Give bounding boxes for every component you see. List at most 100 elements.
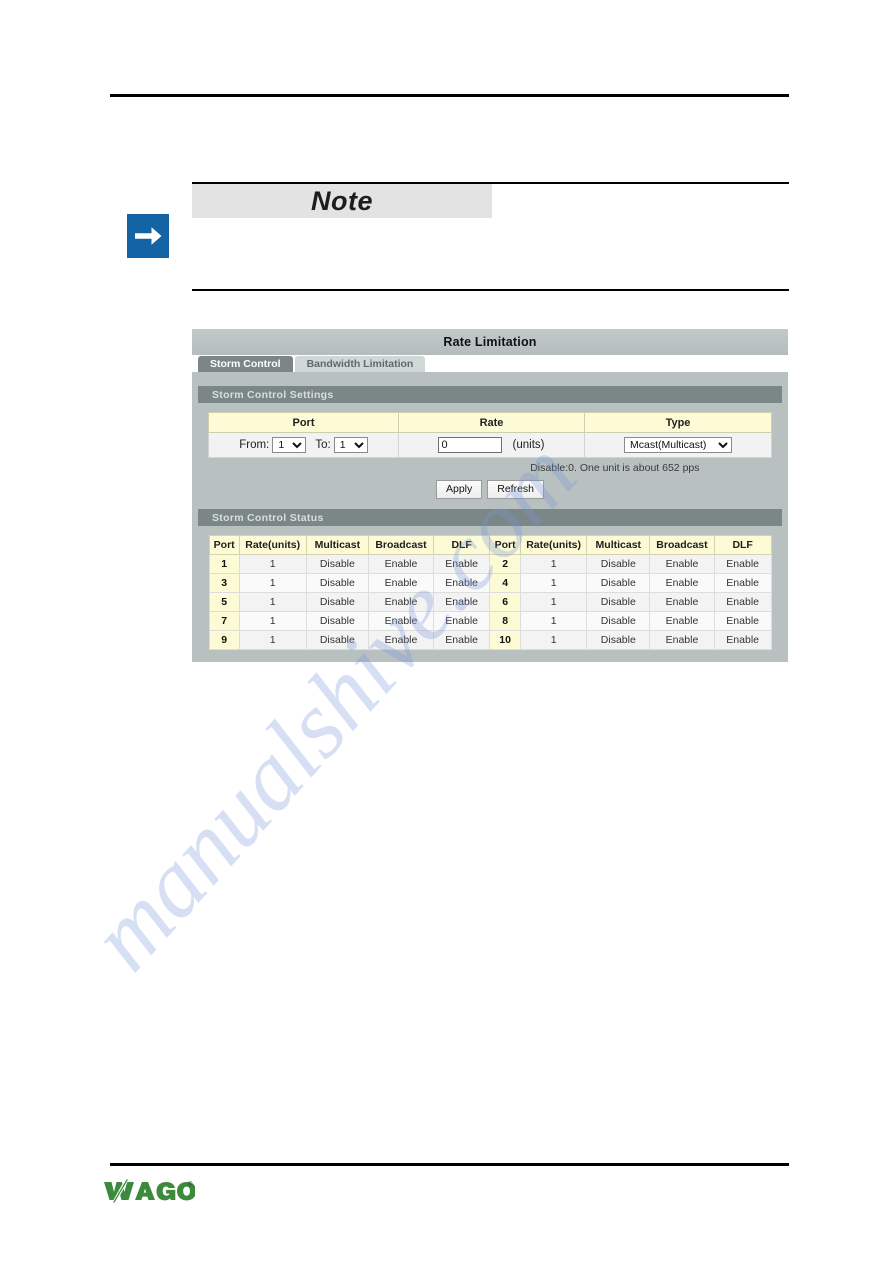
status-cell-port: 8 — [489, 611, 521, 631]
status-cell: 1 — [238, 611, 307, 631]
status-cell-port: 5 — [208, 592, 240, 612]
rate-input[interactable] — [438, 437, 503, 453]
storm-control-settings-panel: Port Rate Type From: 1 To: 1 0 (units) M… — [192, 403, 788, 509]
tab-bar: Storm Control Bandwidth Limitation — [192, 355, 788, 372]
status-cell-port: 1 — [208, 554, 240, 574]
note-body — [192, 218, 789, 289]
section-header-settings: Storm Control Settings — [198, 386, 782, 403]
status-cell-port: 7 — [208, 611, 240, 631]
rate-units-label: (units) — [512, 438, 545, 451]
status-cell: Enable — [368, 592, 434, 612]
document-page: Note Rate Limitation Storm Control Bandw… — [0, 0, 893, 1263]
status-cell: Enable — [432, 573, 491, 593]
settings-col-port: Port — [208, 412, 399, 433]
status-table: Port Rate(units) Multicast Broadcast DLF Port… — [208, 535, 772, 650]
storm-control-status-panel: Port Rate(units) Multicast Broadcast DLF Port… — [192, 526, 788, 662]
status-cell: Enable — [649, 592, 715, 612]
header-divider — [110, 94, 789, 97]
type-select[interactable]: Mcast(Multicast) — [624, 437, 732, 453]
status-col-7: Multicast — [586, 535, 651, 555]
status-col-9: DLF — [713, 535, 772, 555]
status-cell: Enable — [713, 611, 772, 631]
status-cell: Enable — [368, 573, 434, 593]
rate-hint-text: Disable:0. One unit is about 652 pps — [530, 462, 700, 474]
status-col-4: DLF — [432, 535, 491, 555]
tab-underfill — [192, 372, 788, 386]
status-cell-port: 9 — [208, 630, 240, 650]
status-cell: Disable — [586, 554, 651, 574]
note-block: Note — [192, 182, 789, 291]
tab-storm-control[interactable]: Storm Control — [198, 356, 293, 372]
status-cell: Enable — [713, 592, 772, 612]
port-range-cell: From: 1 To: 1 — [208, 432, 399, 458]
status-cell: Enable — [368, 611, 434, 631]
table-row: 9 1 Disable Enable Enable 10 1 Disable Enable Ena… — [208, 630, 772, 650]
status-cell-port: 3 — [208, 573, 240, 593]
status-col-2: Multicast — [305, 535, 370, 555]
status-col-0: Port — [208, 535, 240, 555]
rate-limitation-web-ui: Rate Limitation Storm Control Bandwidth … — [192, 329, 788, 662]
status-cell: 1 — [519, 554, 588, 574]
status-cell: 1 — [238, 554, 307, 574]
table-row: 1 1 Disable Enable Enable 2 1 Disable Enable Enab… — [208, 554, 772, 574]
status-cell: 1 — [238, 592, 307, 612]
status-cell: Disable — [305, 592, 370, 612]
status-cell: Enable — [649, 611, 715, 631]
status-cell: 1 — [238, 573, 307, 593]
table-row: 7 1 Disable Enable Enable 8 1 Disable Enable Enab… — [208, 611, 772, 631]
wago-logo: ® — [103, 1178, 195, 1204]
status-cell: Enable — [432, 554, 491, 574]
settings-col-rate: Rate — [398, 412, 585, 433]
status-cell: Disable — [305, 554, 370, 574]
note-title: Note — [311, 185, 373, 216]
status-cell: 1 — [519, 592, 588, 612]
port-to-select[interactable]: 1 — [333, 437, 368, 453]
status-cell: Enable — [432, 611, 491, 631]
status-cell: Enable — [713, 630, 772, 650]
port-to-label: To: — [315, 438, 331, 451]
settings-button-row: Apply Refresh — [209, 480, 772, 499]
status-cell: Disable — [305, 630, 370, 650]
status-col-1: Rate(units) — [238, 535, 307, 555]
status-cell: Disable — [586, 611, 651, 631]
status-col-8: Broadcast — [649, 535, 715, 555]
status-cell: 1 — [519, 573, 588, 593]
settings-table: Port Rate Type From: 1 To: 1 0 (units) M… — [208, 412, 772, 458]
tab-bandwidth-limitation[interactable]: Bandwidth Limitation — [294, 356, 426, 372]
refresh-button[interactable]: Refresh — [487, 480, 545, 499]
status-cell: Enable — [368, 554, 434, 574]
note-bottom-divider — [192, 289, 789, 291]
status-cell-port: 6 — [489, 592, 521, 612]
section-header-status: Storm Control Status — [198, 509, 782, 526]
status-cell: Disable — [305, 611, 370, 631]
status-col-5: Port — [489, 535, 521, 555]
tab-bandwidth-limitation-label: Bandwidth Limitation — [306, 358, 414, 370]
settings-value-row: From: 1 To: 1 (units) — [208, 432, 772, 458]
note-title-box: Note — [192, 184, 492, 218]
status-cell: Enable — [649, 573, 715, 593]
wago-trademark-symbol: ® — [188, 1181, 193, 1188]
status-col-3: Broadcast — [368, 535, 434, 555]
status-cell-port: 10 — [489, 630, 521, 650]
type-cell: Mcast(Multicast) — [584, 432, 772, 458]
status-cell: Enable — [649, 554, 715, 574]
status-header-row: Port Rate(units) Multicast Broadcast DLF Port… — [208, 535, 772, 555]
tab-storm-control-label: Storm Control — [210, 358, 281, 370]
table-row: 5 1 Disable Enable Enable 6 1 Disable Enable Enab… — [208, 592, 772, 612]
apply-button[interactable]: Apply — [435, 480, 483, 499]
port-from-select[interactable]: 1 — [272, 437, 307, 453]
status-cell: 1 — [519, 611, 588, 631]
status-cell: Enable — [649, 630, 715, 650]
status-col-6: Rate(units) — [519, 535, 588, 555]
settings-col-type: Type — [584, 412, 772, 433]
status-cell: Disable — [586, 630, 651, 650]
status-cell: Disable — [586, 592, 651, 612]
status-cell: 1 — [519, 630, 588, 650]
table-row: 3 1 Disable Enable Enable 4 1 Disable Enable Enab… — [208, 573, 772, 593]
status-cell-port: 2 — [489, 554, 521, 574]
settings-header-row: Port Rate Type — [208, 412, 772, 433]
status-cell: Disable — [305, 573, 370, 593]
status-cell: Enable — [432, 592, 491, 612]
status-cell: Enable — [432, 630, 491, 650]
status-cell: Enable — [713, 554, 772, 574]
